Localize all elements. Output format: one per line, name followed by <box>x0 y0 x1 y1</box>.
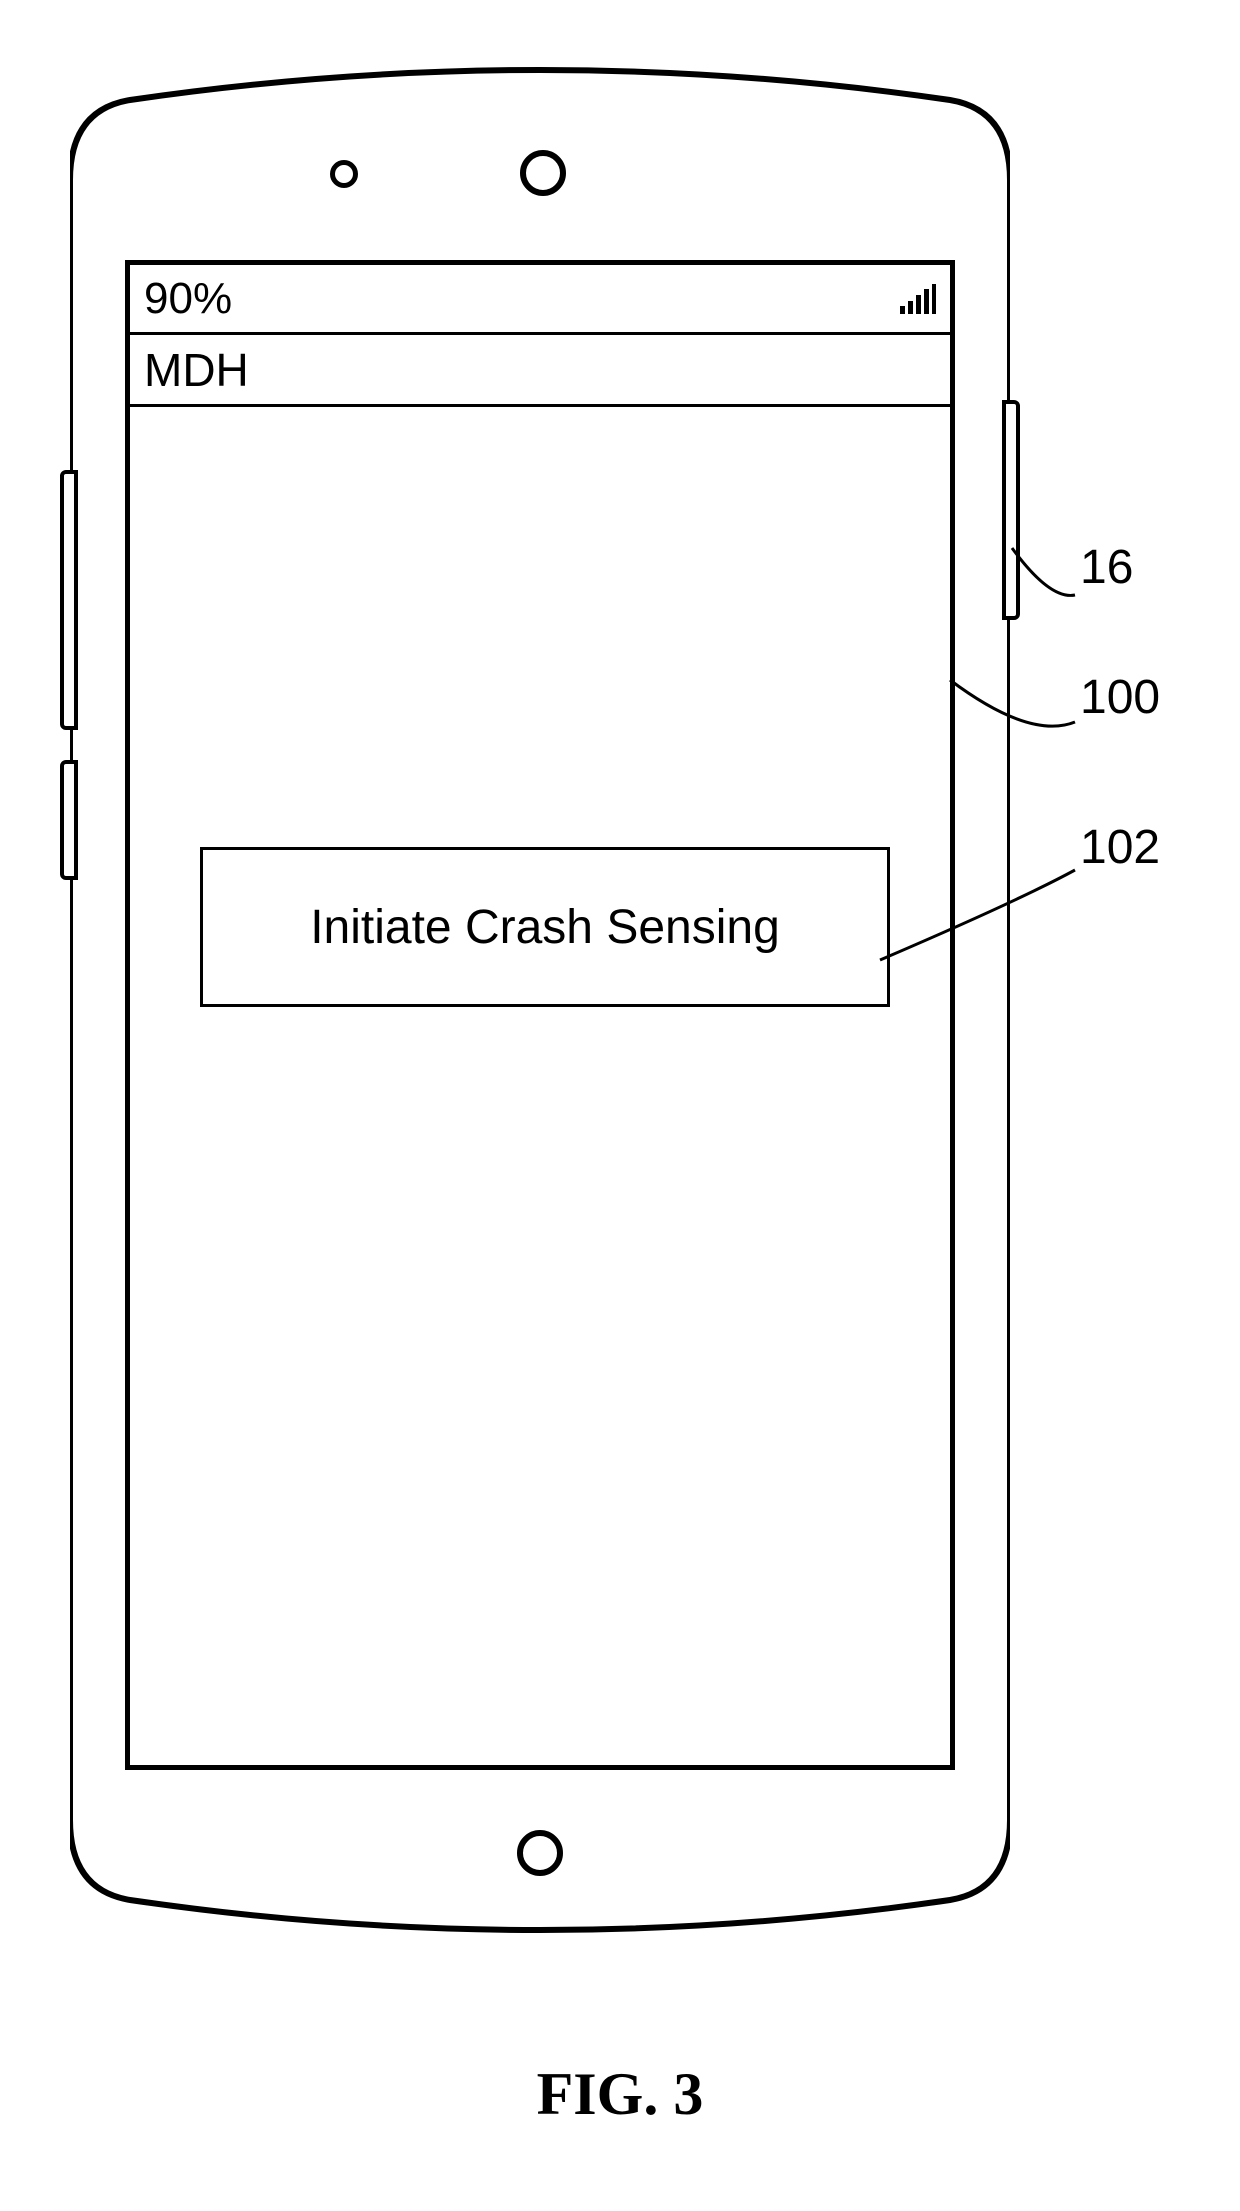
status-bar: 90% <box>130 265 950 335</box>
volume-up-button[interactable] <box>60 470 78 730</box>
callout-screen: 100 <box>1080 670 1160 725</box>
battery-level: 90% <box>144 274 232 324</box>
app-title: MDH <box>144 343 249 397</box>
signal-icon <box>900 284 936 314</box>
app-title-bar: MDH <box>130 335 950 407</box>
front-camera-icon <box>520 150 566 196</box>
proximity-sensor-icon <box>330 160 358 188</box>
figure-label: FIG. 3 <box>0 2060 1240 2129</box>
callout-device: 16 <box>1080 540 1133 595</box>
button-label: Initiate Crash Sensing <box>310 900 780 955</box>
volume-down-button[interactable] <box>60 760 78 880</box>
initiate-crash-sensing-button[interactable]: Initiate Crash Sensing <box>200 847 890 1007</box>
screen: 90% MDH Initiate Crash Sensing <box>125 260 955 1770</box>
diagram-canvas: 90% MDH Initiate Crash Sensing <box>0 0 1240 2211</box>
content-area: Initiate Crash Sensing <box>130 407 950 1762</box>
power-button[interactable] <box>1002 400 1020 620</box>
phone-device: 90% MDH Initiate Crash Sensing <box>70 40 1010 1960</box>
callout-button: 102 <box>1080 820 1160 875</box>
home-button[interactable] <box>517 1830 563 1876</box>
